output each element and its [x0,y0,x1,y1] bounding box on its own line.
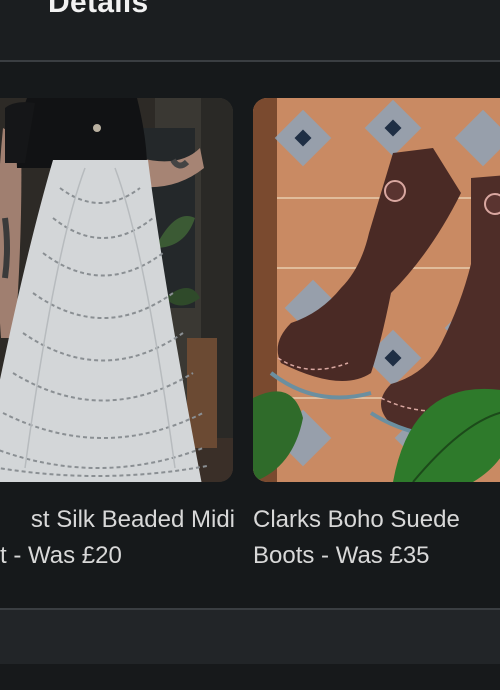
product-title-skirt[interactable]: st Silk Beaded Midi t - Was £20 [0,502,235,574]
product-title-line2: t - Was £20 [0,542,122,569]
bottom-bar [0,610,500,664]
bottom-edge [0,664,500,690]
product-card-boots[interactable]: Clarks Boho Suede Boots - Was £35 [253,98,500,574]
section-title: Details [48,0,149,19]
product-image-skirt[interactable] [0,98,233,482]
product-title-boots[interactable]: Clarks Boho Suede Boots - Was £35 [253,502,500,574]
product-carousel[interactable]: st Silk Beaded Midi t - Was £20 Clarks B… [0,62,500,608]
product-title-line2: Boots - Was £35 [253,542,430,569]
product-image-boots[interactable] [253,98,500,482]
product-card-skirt[interactable]: st Silk Beaded Midi t - Was £20 [0,98,235,574]
product-title-line1: Clarks Boho Suede [253,506,460,533]
details-header: Details [0,0,500,60]
product-title-line1: st Silk Beaded Midi [30,506,235,533]
